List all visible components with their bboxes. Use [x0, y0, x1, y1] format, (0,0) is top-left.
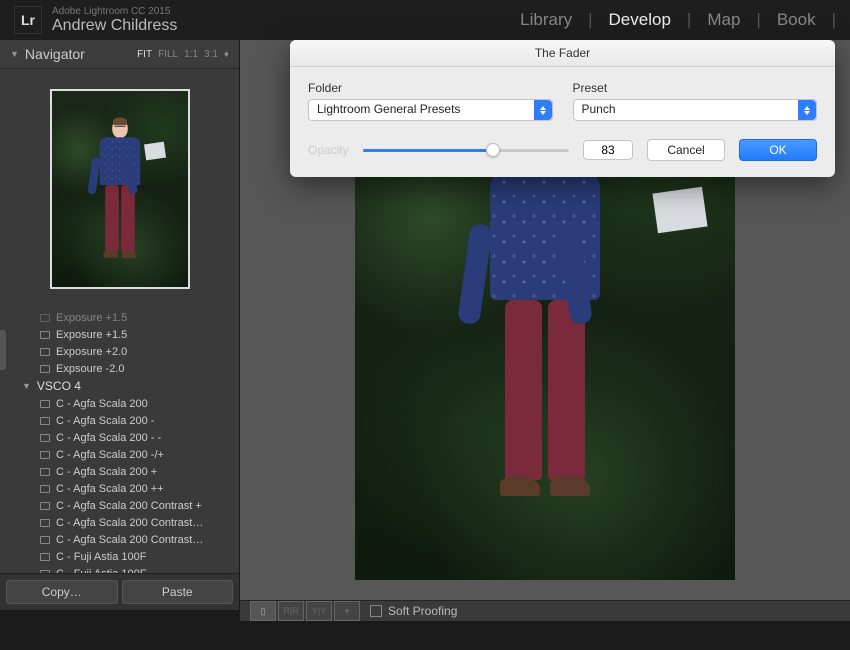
cancel-button[interactable]: Cancel	[647, 139, 725, 161]
zoom-3to1[interactable]: 3:1	[204, 49, 218, 60]
soft-proof-checkbox[interactable]	[370, 605, 382, 617]
identity-plate: Andrew Childress	[52, 17, 177, 35]
module-book[interactable]: Book	[777, 10, 816, 30]
navigator-title: Navigator	[25, 46, 85, 62]
preset-list: Exposure +1.5 Exposure +1.5 Exposure +2.…	[0, 309, 239, 573]
zoom-fill[interactable]: FILL	[158, 49, 178, 60]
compare-menu-icon[interactable]: ▾	[334, 601, 360, 621]
product-line: Adobe Lightroom CC 2015	[52, 6, 177, 17]
preset-icon	[40, 519, 50, 527]
zoom-1to1[interactable]: 1:1	[184, 49, 198, 60]
fader-dialog: The Fader Folder Lightroom General Prese…	[290, 40, 835, 177]
preset-icon	[40, 502, 50, 510]
navigator-header[interactable]: ▼ Navigator FIT FILL 1:1 3:1 ♦	[0, 40, 239, 69]
list-item[interactable]: Exposure +1.5	[0, 326, 239, 343]
list-item[interactable]: C - Agfa Scala 200 -/+	[0, 446, 239, 463]
chevron-down-icon: ▼	[22, 381, 31, 391]
preset-icon	[40, 331, 50, 339]
module-library[interactable]: Library	[520, 10, 572, 30]
chevron-down-icon: ▼	[10, 49, 19, 59]
preset-label: Preset	[573, 81, 818, 95]
list-item[interactable]: Exposure +2.0	[0, 343, 239, 360]
zoom-menu-icon[interactable]: ♦	[224, 49, 229, 60]
list-item[interactable]: C - Agfa Scala 200	[0, 395, 239, 412]
list-item[interactable]: Expsoure -2.0	[0, 360, 239, 377]
module-map[interactable]: Map	[707, 10, 740, 30]
preset-icon	[40, 451, 50, 459]
list-item[interactable]: C - Agfa Scala 200 Contrast…	[0, 531, 239, 548]
list-item[interactable]: C - Agfa Scala 200 Contrast +	[0, 497, 239, 514]
preset-icon	[40, 468, 50, 476]
soft-proof-label: Soft Proofing	[388, 604, 457, 618]
preset-icon	[40, 485, 50, 493]
paste-button[interactable]: Paste	[122, 580, 234, 604]
preset-icon	[40, 348, 50, 356]
copy-button[interactable]: Copy…	[6, 580, 118, 604]
module-picker: Library| Develop| Map| Book|	[520, 10, 836, 30]
list-item[interactable]: C - Fuji Astia 100F	[0, 548, 239, 565]
module-develop[interactable]: Develop	[609, 10, 671, 30]
preset-select[interactable]: Punch	[573, 99, 818, 121]
bottom-toolbar: ▯ R|R Y|Y ▾ Soft Proofing	[240, 600, 850, 621]
zoom-fit[interactable]: FIT	[137, 49, 152, 60]
loupe-view-button[interactable]: ▯	[250, 601, 276, 621]
list-item[interactable]: C - Fuji Astia 100F -	[0, 565, 239, 573]
opacity-label: Opacity	[308, 143, 349, 157]
ok-button[interactable]: OK	[739, 139, 817, 161]
thumbnail-image	[50, 89, 190, 289]
folder-label: Folder	[308, 81, 553, 95]
preset-folder[interactable]: ▼VSCO 4	[0, 377, 239, 395]
list-item[interactable]: C - Agfa Scala 200 -	[0, 412, 239, 429]
list-item[interactable]: Exposure +1.5	[0, 309, 239, 326]
top-bar: Lr Adobe Lightroom CC 2015 Andrew Childr…	[0, 0, 850, 40]
before-after-lr-button[interactable]: R|R	[278, 601, 304, 621]
preset-icon	[40, 314, 50, 322]
app-logo: Lr	[14, 6, 42, 34]
preset-icon	[40, 553, 50, 561]
before-after-tb-button[interactable]: Y|Y	[306, 601, 332, 621]
left-panel: ▼ Navigator FIT FILL 1:1 3:1 ♦	[0, 40, 240, 610]
preset-icon	[40, 536, 50, 544]
navigator-preview[interactable]	[0, 69, 239, 309]
list-item[interactable]: C - Agfa Scala 200 +	[0, 463, 239, 480]
opacity-slider[interactable]	[363, 142, 569, 158]
select-arrows-icon	[534, 100, 552, 120]
preset-icon	[40, 434, 50, 442]
panel-resize-handle[interactable]	[0, 330, 6, 370]
dialog-title: The Fader	[290, 40, 835, 67]
list-item[interactable]: C - Agfa Scala 200 - -	[0, 429, 239, 446]
preset-icon	[40, 417, 50, 425]
select-arrows-icon	[798, 100, 816, 120]
preset-icon	[40, 365, 50, 373]
copy-paste-bar: Copy… Paste	[0, 573, 239, 610]
folder-select[interactable]: Lightroom General Presets	[308, 99, 553, 121]
preset-icon	[40, 400, 50, 408]
list-item[interactable]: C - Agfa Scala 200 ++	[0, 480, 239, 497]
list-item[interactable]: C - Agfa Scala 200 Contrast…	[0, 514, 239, 531]
opacity-input[interactable]	[583, 140, 633, 160]
